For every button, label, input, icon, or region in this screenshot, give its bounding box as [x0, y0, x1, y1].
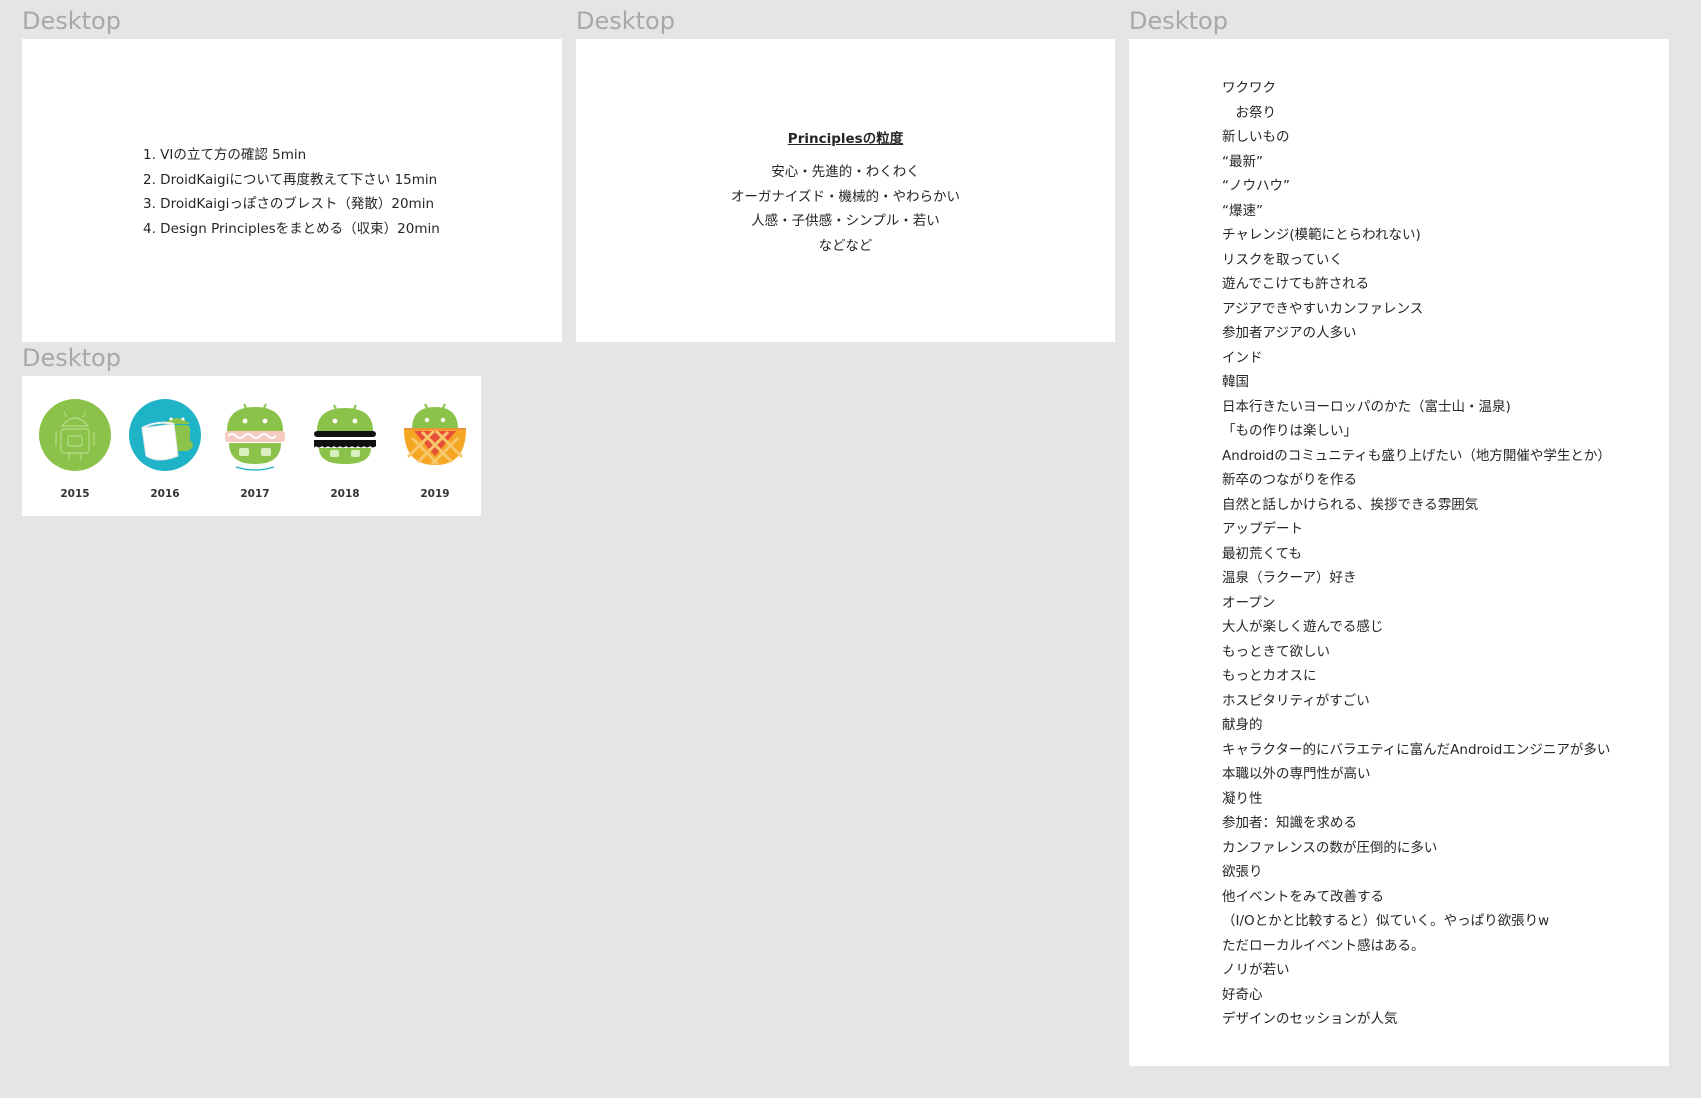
- logo-year: 2018: [330, 488, 360, 500]
- robot-burger-icon: [314, 404, 376, 464]
- robot-outline-icon: [39, 399, 111, 471]
- note-item: 参加者：知識を求める: [1222, 815, 1357, 831]
- robot-pie-icon: [404, 403, 466, 466]
- agenda-list: 1. VIの立て方の確認 5min 2. DroidKaigiについて再度教えて…: [143, 143, 440, 241]
- note-item: “最新”: [1222, 153, 1263, 170]
- note-item: 新卒のつながりを作る: [1222, 472, 1357, 488]
- frame-label-agenda[interactable]: Desktop: [22, 9, 121, 33]
- note-item: Androidのコミュニティも盛り上げたい（地方開催や学生とか）: [1222, 447, 1611, 464]
- principles-frame[interactable]: Principlesの粒度 安心・先進的・わくわく オーガナイズド・機械的・やわ…: [576, 39, 1115, 342]
- logo-item-2018: 2018: [305, 398, 385, 500]
- note-item: 凝り性: [1222, 790, 1263, 807]
- note-item: 温泉（ラクーア）好き: [1222, 570, 1357, 586]
- logo-year: 2017: [240, 488, 270, 500]
- logo-item-2017: 2017: [215, 398, 295, 500]
- note-item: デザインのセッションが人気: [1222, 1011, 1398, 1027]
- note-item: 新しいもの: [1222, 129, 1290, 145]
- note-item: 本職以外の専門性が高い: [1222, 766, 1371, 782]
- note-item: 「もの作りは楽しい」: [1222, 423, 1357, 439]
- notes-frame[interactable]: ワクワク お祭り 新しいもの “最新” “ノウハウ” “爆速” チャレンジ(模範…: [1129, 39, 1669, 1066]
- note-item: アジアできやすいカンファレンス: [1222, 300, 1424, 317]
- robot-sandwich-icon: [225, 403, 285, 471]
- note-item: 最初荒くても: [1222, 545, 1302, 562]
- note-item: （I/Oとかと比較すると）似ていく。やっぱり欲張りw: [1222, 913, 1550, 929]
- note-item: ホスピタリティがすごい: [1222, 692, 1370, 709]
- agenda-item: 3. DroidKaigiっぽさのブレスト（発散）20min: [143, 196, 434, 212]
- notes-list: ワクワク お祭り 新しいもの “最新” “ノウハウ” “爆速” チャレンジ(模範…: [1222, 76, 1611, 1032]
- note-item: ワクワク: [1222, 80, 1276, 96]
- note-item: 日本行きたいヨーロッパのかた（富士山・温泉): [1222, 398, 1511, 415]
- frame-label-principles[interactable]: Desktop: [576, 9, 675, 33]
- note-item: 献身的: [1222, 717, 1263, 733]
- note-item: カンファレンスの数が圧倒的に多い: [1222, 839, 1438, 856]
- logo-year: 2015: [60, 488, 90, 500]
- agenda-item: 4. Design Principlesをまとめる（収束）20min: [143, 220, 440, 237]
- frame-label-logos[interactable]: Desktop: [22, 346, 121, 370]
- note-item: オープン: [1222, 594, 1276, 611]
- note-item: アップデート: [1222, 521, 1303, 537]
- principles-line: 安心・先進的・わくわく: [771, 164, 920, 180]
- robot-cake-icon: [129, 399, 201, 471]
- logos-frame[interactable]: 2015 2016 2017 2018 2019: [22, 376, 481, 516]
- note-item: 自然と話しかけられる、挨拶できる雰囲気: [1222, 496, 1479, 513]
- principles-line: 人感・子供感・シンプル・若い: [751, 213, 940, 229]
- note-item: チャレンジ(模範にとらわれない): [1222, 227, 1421, 243]
- note-item: 他イベントをみて改善する: [1222, 888, 1384, 905]
- note-item: お祭り: [1222, 104, 1276, 121]
- note-item: 参加者アジアの人多い: [1222, 325, 1357, 341]
- note-item: リスクを取っていく: [1222, 251, 1343, 268]
- logo-item-2015: 2015: [35, 398, 115, 500]
- principles-heading: Principlesの粒度: [787, 131, 904, 147]
- frame-label-notes[interactable]: Desktop: [1129, 9, 1228, 33]
- note-item: ただローカルイベント感はある。: [1222, 937, 1425, 954]
- agenda-item: 1. VIの立て方の確認 5min: [143, 147, 307, 163]
- note-item: ノリが若い: [1222, 962, 1290, 978]
- logo-year: 2019: [420, 488, 450, 500]
- note-item: 遊んでこけても許される: [1222, 276, 1370, 292]
- note-item: もっとカオスに: [1222, 668, 1317, 684]
- logo-item-2019: 2019: [395, 398, 475, 500]
- note-item: “ノウハウ”: [1222, 178, 1290, 194]
- note-item: “爆速”: [1222, 202, 1263, 219]
- note-item: インド: [1222, 349, 1263, 366]
- agenda-frame[interactable]: 1. VIの立て方の確認 5min 2. DroidKaigiについて再度教えて…: [22, 39, 562, 342]
- note-item: もっときて欲しい: [1222, 643, 1330, 660]
- principles-line: などなど: [818, 237, 873, 254]
- note-item: 韓国: [1222, 374, 1249, 390]
- logo-item-2016: 2016: [125, 398, 205, 500]
- agenda-item: 2. DroidKaigiについて再度教えて下さい 15min: [143, 171, 438, 188]
- logo-year: 2016: [150, 488, 180, 500]
- note-item: 好奇心: [1222, 986, 1263, 1003]
- note-item: キャラクター的にバラエティに富んだAndroidエンジニアが多い: [1222, 741, 1611, 758]
- note-item: 大人が楽しく遊んでる感じ: [1222, 619, 1384, 635]
- note-item: 欲張り: [1222, 864, 1263, 880]
- principles-line: オーガナイズド・機械的・やわらかい: [730, 188, 961, 205]
